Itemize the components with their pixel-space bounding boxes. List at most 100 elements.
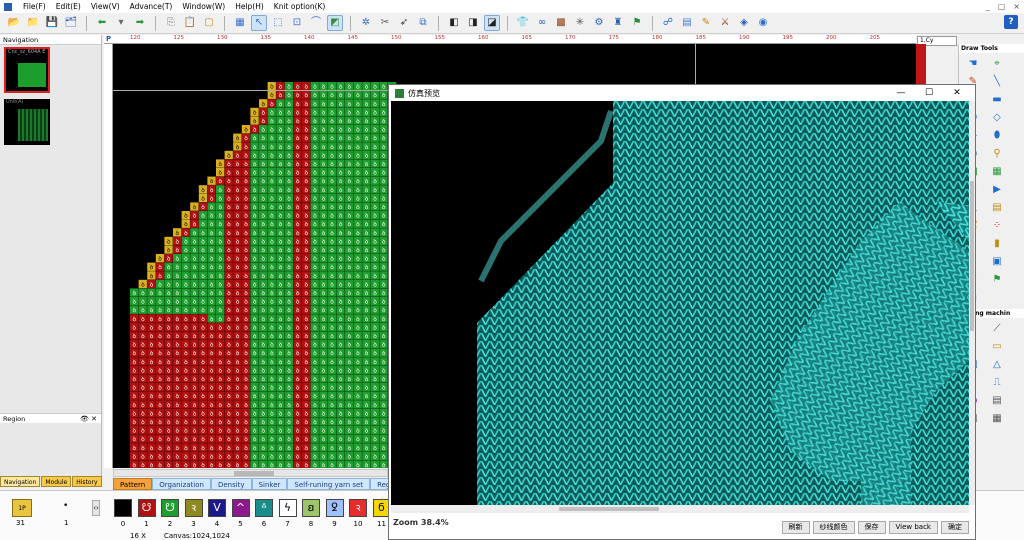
tab-density[interactable]: Density: [210, 478, 252, 490]
navigation-thumbnail-2[interactable]: Unit(A): [4, 99, 50, 145]
pencil-icon[interactable]: ✎: [698, 15, 714, 31]
eyedropper-icon[interactable]: ⚲: [989, 147, 1005, 161]
flag-icon[interactable]: ⚑: [989, 273, 1005, 287]
menu-help[interactable]: Help(H): [230, 0, 269, 13]
color-a-icon[interactable]: ◧: [446, 15, 462, 31]
line-icon[interactable]: ╲: [989, 75, 1005, 89]
calendar-icon[interactable]: ▦: [989, 412, 1005, 426]
open-folder-icon[interactable]: 📂: [6, 15, 22, 31]
tie-icon[interactable]: ⚔: [717, 15, 733, 31]
select-icon[interactable]: ⬚: [270, 15, 286, 31]
pick-icon[interactable]: ⌖: [989, 57, 1005, 71]
sheet-icon[interactable]: ▤: [989, 394, 1005, 408]
color-c-icon[interactable]: ◪: [484, 15, 500, 31]
settings-icon[interactable]: ✲: [358, 15, 374, 31]
menu-knit-option[interactable]: Knit option(K): [269, 0, 331, 13]
pattern-tool-icon[interactable]: ▤: [989, 201, 1005, 215]
current-yarn[interactable]: 1P: [12, 499, 32, 517]
navigation-thumbnail-1[interactable]: Cnc_sz_604A E: [4, 47, 50, 93]
tab-sinker[interactable]: Sinker: [251, 478, 288, 490]
brightness-icon[interactable]: ✳: [572, 15, 588, 31]
dots-icon[interactable]: ⁘: [989, 219, 1005, 233]
web-icon[interactable]: ☍: [660, 15, 676, 31]
knit-simulation-canvas[interactable]: [391, 101, 969, 505]
save-button[interactable]: 保存: [857, 521, 886, 534]
yarn-swatch[interactable]: [114, 499, 132, 517]
preview-minimize-button[interactable]: —: [887, 85, 915, 101]
yarn-swatch[interactable]: ᐞ: [255, 499, 273, 517]
window-icon[interactable]: ▣: [989, 255, 1005, 269]
yarn-color-button[interactable]: 纱线颜色: [812, 521, 855, 534]
preview-horizontal-scrollbar[interactable]: [391, 505, 969, 513]
yarn-swatch[interactable]: ꝛ: [349, 499, 367, 517]
yarn-swatch[interactable]: V: [208, 499, 226, 517]
diamond-icon[interactable]: ◇: [989, 111, 1005, 125]
yarn-swatch[interactable]: ^: [231, 499, 250, 517]
cursor-icon[interactable]: ↖: [251, 15, 267, 31]
tab-history[interactable]: History: [72, 476, 102, 487]
yarn-swatch[interactable]: ☋: [161, 499, 179, 517]
menu-view[interactable]: View(V): [86, 0, 125, 13]
grid-tool-icon[interactable]: ▦: [989, 165, 1005, 179]
save-as-icon[interactable]: 🗂: [63, 15, 79, 31]
grid-icon[interactable]: ▦: [232, 15, 248, 31]
save-icon[interactable]: 💾: [44, 15, 60, 31]
capsule-icon[interactable]: ⬮: [989, 129, 1005, 143]
yarn-swatch[interactable]: ϟ: [278, 499, 297, 517]
tuning-icon[interactable]: ♜: [610, 15, 626, 31]
globe-icon[interactable]: ◉: [755, 15, 771, 31]
menu-advance[interactable]: Advance(T): [125, 0, 178, 13]
link-icon[interactable]: ∞: [534, 15, 550, 31]
menu-edit[interactable]: Edit(E): [51, 0, 86, 13]
plate-icon[interactable]: ▭: [989, 340, 1005, 354]
tab-pattern[interactable]: Pattern: [113, 478, 153, 490]
preview-icon[interactable]: ◩: [327, 15, 343, 31]
scroll-thumb[interactable]: [234, 471, 274, 476]
yarn-swatch[interactable]: ꞛ: [302, 499, 320, 517]
pattern-icon[interactable]: ▩: [553, 15, 569, 31]
preview-maximize-button[interactable]: ☐: [915, 85, 943, 101]
menu-file[interactable]: File(F): [18, 0, 51, 13]
dropdown-icon[interactable]: ▾: [113, 15, 129, 31]
undo-icon[interactable]: ⬅: [94, 15, 110, 31]
rect-select-icon[interactable]: ⊡: [289, 15, 305, 31]
yarn-swatch[interactable]: ꝛ: [184, 499, 203, 517]
needle-icon[interactable]: ⟋: [989, 322, 1005, 336]
eye-icon[interactable]: 👁 ✕: [80, 414, 97, 424]
puzzle-icon[interactable]: ⚑: [629, 15, 645, 31]
arrow-tool-icon[interactable]: ▶: [989, 183, 1005, 197]
tab-module[interactable]: Module: [41, 476, 72, 487]
transfer-icon[interactable]: ⧉: [415, 15, 431, 31]
preview-vertical-scrollbar[interactable]: [969, 101, 975, 505]
triangle-icon[interactable]: △: [989, 358, 1005, 372]
folder-icon[interactable]: 📁: [25, 15, 41, 31]
canvas-scrollbar[interactable]: [113, 469, 388, 477]
yarn-swatch[interactable]: ꝿ: [325, 499, 344, 517]
view-back-button[interactable]: View back: [888, 521, 938, 534]
note-icon[interactable]: ▤: [679, 15, 695, 31]
tag-icon[interactable]: ◈: [736, 15, 752, 31]
bar-icon[interactable]: ▮: [989, 237, 1005, 251]
yarn-icon[interactable]: ➶: [396, 15, 412, 31]
sweater-icon[interactable]: 👕: [515, 15, 531, 31]
close-button[interactable]: ×: [1013, 0, 1020, 13]
maximize-button[interactable]: ▢: [998, 0, 1006, 13]
paste-icon[interactable]: 📋: [182, 15, 198, 31]
yarn-swatch[interactable]: ☋: [137, 499, 156, 517]
scissors-icon[interactable]: ✂: [377, 15, 393, 31]
hand-icon[interactable]: ☚: [965, 57, 981, 71]
copy-icon[interactable]: ⎘: [163, 15, 179, 31]
tab-navigation[interactable]: Navigation: [0, 476, 41, 487]
scroll-thumb[interactable]: [559, 507, 659, 511]
rect-icon[interactable]: ▬: [989, 93, 1005, 107]
color-b-icon[interactable]: ◨: [465, 15, 481, 31]
refresh-button[interactable]: 刷新: [781, 521, 810, 534]
magic-icon[interactable]: ⌒: [308, 15, 324, 31]
menu-window[interactable]: Window(W): [177, 0, 230, 13]
tab-organization[interactable]: Organization: [152, 478, 211, 490]
ok-button[interactable]: 确定: [941, 521, 969, 534]
tab-self-runing-yarn-set[interactable]: Self-runing yarn set: [287, 478, 371, 490]
hook-icon[interactable]: ⎍: [989, 376, 1005, 390]
redo-icon[interactable]: ➡: [132, 15, 148, 31]
minimize-button[interactable]: _: [986, 0, 990, 13]
